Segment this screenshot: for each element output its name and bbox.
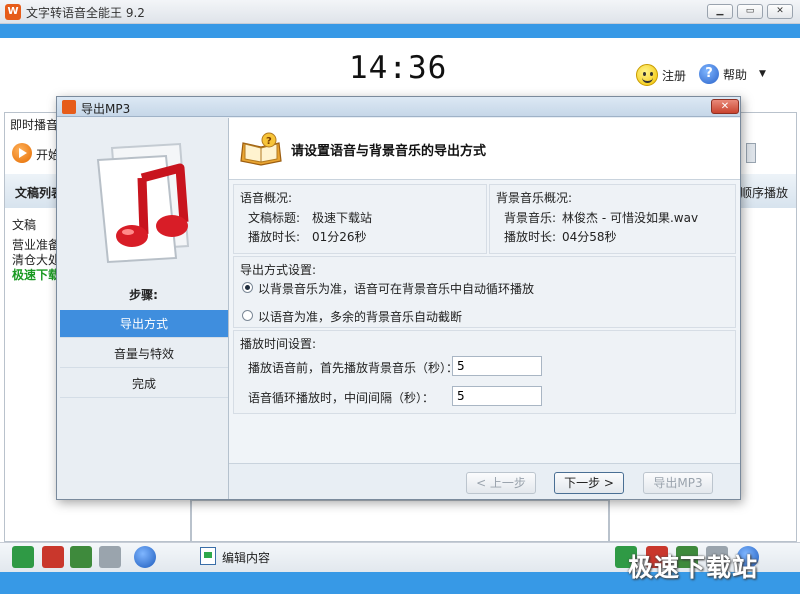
svg-text:?: ? <box>266 136 272 147</box>
radio-follow-voice[interactable] <box>242 310 253 321</box>
timing-group: 播放时间设置: 播放语音前，首先播放背景音乐（秒）： 语音循环播放时，中间间隔（… <box>233 330 736 414</box>
start-play-icon[interactable] <box>12 143 32 163</box>
music-note-icon <box>96 142 190 264</box>
bgm-duration-value: 04分58秒 <box>562 230 617 244</box>
bgm-duration-label: 播放时长: <box>504 230 557 244</box>
bgm-overview-group: 背景音乐概况: 背景音乐: 林俊杰 - 可惜没如果.wav 播放时长: 04分5… <box>489 184 736 254</box>
volume-slider-handle[interactable] <box>746 143 756 163</box>
voice-duration-label: 播放时长: <box>248 230 301 244</box>
dialog-heading: 请设置语音与背景音乐的导出方式 <box>291 144 487 159</box>
doc-title-value: 极速下载站 <box>312 211 373 225</box>
voice-overview-group: 语音概况: 文稿标题: 极速下载站 播放时长: 01分26秒 <box>233 184 487 254</box>
help-icon: ? <box>699 64 719 84</box>
dialog-content: ? 请设置语音与背景音乐的导出方式 语音概况: 文稿标题: 极速下载站 播放时长… <box>229 118 740 463</box>
prev-step-button[interactable]: < 上一步 <box>466 472 536 494</box>
export-mp3-dialog: 导出MP3 ✕ 步骤: 导出方式 音量与特效 完成 ? 请设置语音与背景音乐的导… <box>56 96 741 500</box>
export-mode-title: 导出方式设置: <box>240 263 317 277</box>
dialog-app-icon <box>62 100 76 114</box>
play-icon[interactable] <box>134 546 156 568</box>
tab-realtime[interactable]: 即时播音 <box>10 116 58 133</box>
list-item[interactable]: 极速下载 <box>12 266 60 283</box>
steps-title: 步骤: <box>129 288 158 302</box>
dialog-titlebar: 导出MP3 ✕ <box>57 97 740 117</box>
bgm-label: 背景音乐: <box>504 211 557 225</box>
interval-label: 语音循环播放时，中间间隔（秒）： <box>248 391 435 405</box>
delete-doc-icon[interactable] <box>42 546 64 568</box>
export-mp3-button[interactable]: 导出MP3 <box>643 472 713 494</box>
timing-title: 播放时间设置: <box>240 337 317 351</box>
app-title: 文字转语音全能王 9.2 <box>26 6 145 20</box>
main-titlebar: W 文字转语音全能王 9.2 ▁ ▭ ✕ <box>0 0 800 24</box>
bgm-overview-title: 背景音乐概况: <box>496 191 573 205</box>
doc-title-label: 文稿标题: <box>248 211 301 225</box>
order-play-label[interactable]: 顺序播放 <box>740 184 788 201</box>
move-down-icon[interactable] <box>99 546 121 568</box>
next-step-button[interactable]: 下一步 > <box>554 472 624 494</box>
dialog-close-button[interactable]: ✕ <box>711 99 739 114</box>
app-logo-icon: W <box>5 4 21 20</box>
voice-duration-value: 01分26秒 <box>312 230 367 244</box>
add-doc-icon[interactable] <box>12 546 34 568</box>
top-accent-band <box>0 24 800 38</box>
step-volume-effects[interactable]: 音量与特效 <box>60 340 228 368</box>
register-label: 注册 <box>662 68 687 83</box>
center-panel <box>191 500 609 542</box>
radio-follow-bgm-label[interactable]: 以背景音乐为准，语音可在背景音乐中自动循环播放 <box>258 280 534 297</box>
dialog-footer: < 上一步 下一步 > 导出MP3 <box>229 463 740 499</box>
pre-play-label: 播放语音前，首先播放背景音乐（秒）： <box>248 361 459 375</box>
smiley-icon <box>636 64 658 86</box>
doc-list-column: 文稿 <box>12 218 37 232</box>
move-up-icon[interactable] <box>70 546 92 568</box>
help-button[interactable]: ? 帮助 ▼ <box>699 64 766 84</box>
step-export-mode[interactable]: 导出方式 <box>60 310 228 338</box>
chevron-down-icon[interactable]: ▼ <box>759 69 766 79</box>
register-button[interactable]: 注册 <box>636 64 686 86</box>
export-mode-group: 导出方式设置: 以背景音乐为准，语音可在背景音乐中自动循环播放 以语音为准，多余… <box>233 256 736 328</box>
watermark-logo: 极速下载站 <box>628 553 759 582</box>
step-finish[interactable]: 完成 <box>60 370 228 398</box>
clock-display: 14:36 <box>349 50 448 86</box>
pre-play-input[interactable] <box>452 356 542 376</box>
dialog-header: ? 请设置语音与背景音乐的导出方式 <box>229 118 740 180</box>
close-button[interactable]: ✕ <box>767 4 793 19</box>
interval-input[interactable] <box>452 386 542 406</box>
bgm-value: 林俊杰 - 可惜没如果.wav <box>562 211 699 225</box>
help-label: 帮助 <box>723 67 748 82</box>
minimize-button[interactable]: ▁ <box>707 4 733 19</box>
edit-doc-icon[interactable] <box>200 547 216 565</box>
dialog-title: 导出MP3 <box>81 102 131 116</box>
edit-content-label[interactable]: 编辑内容 <box>222 549 270 566</box>
dialog-step-panel: 步骤: 导出方式 音量与特效 完成 <box>58 118 229 499</box>
radio-follow-bgm[interactable] <box>242 282 253 293</box>
voice-overview-title: 语音概况: <box>240 191 293 205</box>
radio-follow-voice-label[interactable]: 以语音为准，多余的背景音乐自动截断 <box>258 308 462 325</box>
book-help-icon: ? <box>240 132 282 166</box>
restore-button[interactable]: ▭ <box>737 4 763 19</box>
